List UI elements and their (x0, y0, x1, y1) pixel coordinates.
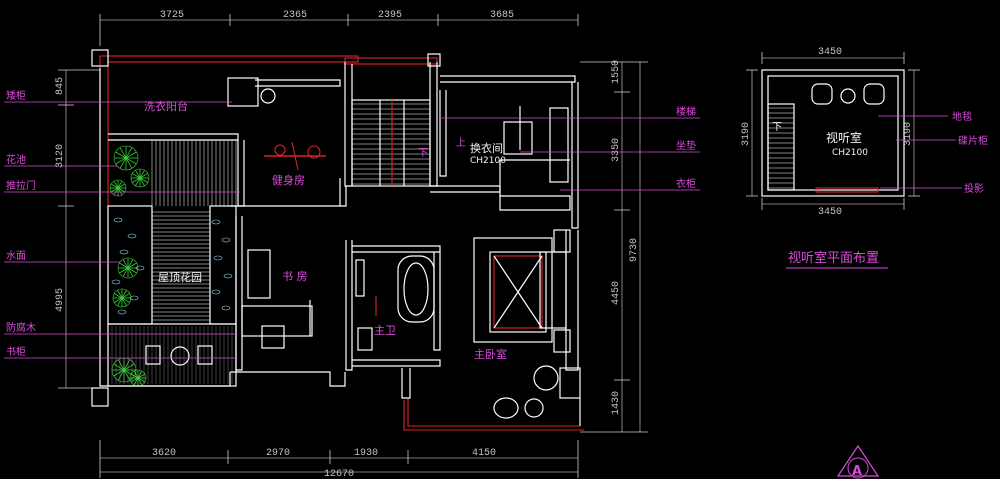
roof-garden (107, 140, 237, 387)
media-dim-top: 3450 (818, 47, 842, 58)
label-low-cabinet: 矮柜 (6, 89, 26, 102)
media-dim-right: 3190 (903, 122, 914, 146)
left-dim-2: 3120 (55, 144, 66, 168)
top-dim-3: 2395 (378, 10, 402, 21)
media-stair-mark: 下 (772, 122, 782, 133)
section-mark-letter: A (852, 464, 862, 479)
floor-plan-drawing: 3725 2365 2395 3685 3620 2970 1930 4150 … (4, 10, 988, 479)
media-dim-bottom: 3450 (818, 207, 842, 218)
media-room-code: CH2100 (832, 148, 868, 158)
room-master-bedroom: 主卧室 (474, 347, 507, 361)
section-mark: A (836, 444, 880, 479)
label-bookcase: 书柜 (6, 345, 26, 358)
study-furniture (241, 249, 313, 349)
bottom-dim-3: 1930 (354, 448, 378, 459)
right-dimension-chain: 1550 3350 9730 4450 1430 (580, 60, 648, 433)
label-sliding-door: 推拉门 (6, 179, 36, 192)
dressing-cabinet (549, 107, 569, 183)
right-dim-total: 9730 (629, 238, 640, 262)
room-gym: 健身房 (272, 173, 305, 187)
bottom-dimension-chain: 3620 2970 1930 4150 12670 (99, 440, 579, 479)
media-label-disc-cabinet: 碟片柜 (958, 134, 988, 147)
dressing-cushion (503, 121, 533, 155)
media-room-name: 视听室 (826, 130, 862, 145)
staircase: 下 上 (351, 99, 466, 187)
top-dimension-chain: 3725 2365 2395 3685 (99, 10, 579, 46)
stair-up-mark: 上 (456, 137, 466, 149)
room-master-bath: 主卫 (374, 324, 396, 337)
media-label-projection: 投影 (964, 182, 984, 195)
media-stair (767, 103, 795, 191)
left-dimension-chain: 845 3120 4995 (55, 69, 100, 389)
right-dim-3: 4450 (611, 281, 622, 305)
left-callouts: 矮柜 花池 推拉门 水面 防腐木 书柜 (4, 89, 240, 359)
media-dim-left: 3190 (741, 122, 752, 146)
right-dim-4: 1430 (611, 391, 622, 415)
top-dim-4: 3685 (490, 10, 514, 21)
stair-down-mark: 下 (418, 148, 428, 159)
room-laundry-balcony: 洗衣阳台 (144, 99, 188, 113)
room-study: 书 房 (282, 270, 308, 283)
left-dim-3: 4995 (55, 288, 66, 312)
bottom-dim-4: 4150 (472, 448, 496, 459)
master-bedroom-furniture (473, 229, 571, 419)
media-room-plan: 3450 3450 3190 3190 下 视听室 CH2100 地毯 碟片柜 … (741, 47, 988, 269)
media-label-carpet: 地毯 (952, 110, 972, 123)
media-room-title: 视听室平面布置 (788, 250, 879, 266)
top-dim-2: 2365 (283, 10, 307, 21)
label-water: 水面 (6, 250, 26, 262)
label-wardrobe: 衣柜 (676, 177, 696, 190)
top-dim-1: 3725 (160, 10, 184, 21)
label-preserved-wood: 防腐木 (6, 321, 36, 334)
label-cushion: 坐垫 (676, 139, 696, 152)
right-dim-2: 3350 (611, 138, 622, 162)
bottom-dim-1: 3620 (152, 448, 176, 459)
room-names: 洗衣阳台 健身房 屋顶花园 书 房 换衣间 CH2100 主卫 主卧室 (144, 99, 507, 361)
column (91, 387, 109, 407)
label-stairs: 楼梯 (676, 105, 696, 118)
column (559, 367, 581, 399)
left-dim-1: 845 (55, 77, 66, 95)
gym-equipment (264, 141, 326, 171)
room-dressing: 换衣间 (470, 141, 503, 155)
room-roof-garden: 屋顶花园 (158, 271, 202, 284)
laundry-machine (227, 77, 259, 107)
right-dim-1: 1550 (611, 60, 622, 84)
bottom-total-dim: 12670 (324, 469, 354, 479)
label-flower-bed: 花池 (6, 153, 26, 166)
bottom-dim-2: 2970 (266, 448, 290, 459)
room-dressing-code: CH2100 (470, 156, 506, 166)
